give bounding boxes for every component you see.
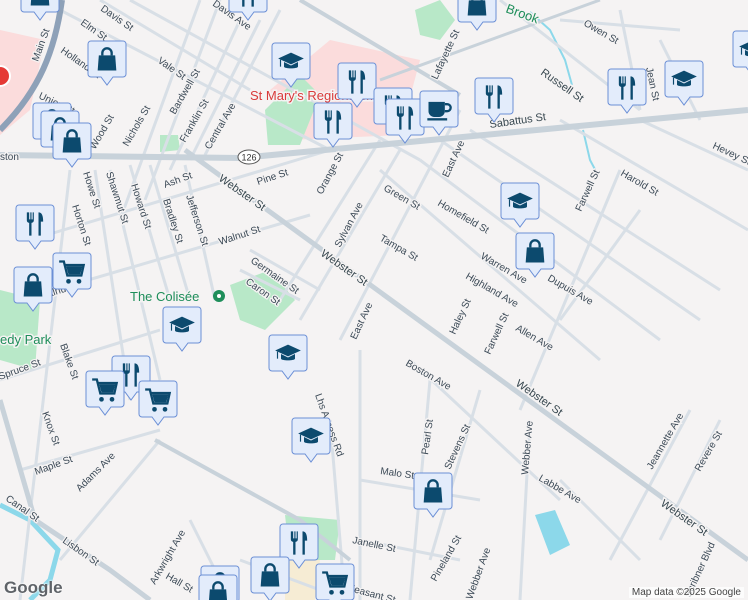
street-label-webber-ave: Webber Ave [464, 546, 493, 600]
grocery-cart-marker[interactable] [138, 380, 178, 426]
poi-kennedy-park[interactable]: edy Park [0, 331, 53, 349]
restaurant-marker[interactable] [474, 77, 514, 123]
street-label-webster-st: Webster St [658, 498, 709, 539]
shopping-bag-marker[interactable] [515, 232, 555, 278]
school-marker[interactable] [732, 30, 748, 75]
street-label-haley-st: Haley St [448, 297, 474, 336]
street-label-horton-st: Horton St [69, 204, 93, 248]
poi-the-colisee[interactable]: The Colisée [129, 288, 201, 306]
street-label-ston: ston [0, 152, 19, 163]
shopping-bag-marker[interactable] [198, 574, 238, 600]
street-label-russell-st: Russell St [538, 67, 585, 105]
street-label-webber-ave: Webber Ave [520, 420, 536, 475]
street-label-harold-st: Harold St [619, 168, 661, 198]
street-label-hall-st: Hall St [164, 571, 195, 595]
school-marker[interactable] [664, 60, 704, 106]
map-canvas[interactable]: 126 Elm StDavis StHolland StMain StVale … [0, 0, 748, 600]
street-label-janelle-st: Janelle St [351, 535, 396, 555]
street-label-wood-st: Wood St [88, 113, 117, 152]
street-label-revere-st: Revere St [693, 429, 725, 473]
school-marker[interactable] [268, 334, 308, 380]
grocery-cart-marker[interactable] [85, 370, 125, 416]
street-label-labbe-ave: Labbe Ave [537, 473, 584, 506]
shopping-bag-icon [29, 0, 51, 7]
street-label-bradley-st: Bradley St [160, 198, 185, 245]
school-marker[interactable] [162, 306, 202, 352]
map-attribution[interactable]: Map data ©2025 Google [628, 587, 744, 598]
shopping-bag-marker[interactable] [457, 0, 497, 31]
shopping-bag-marker[interactable] [52, 122, 92, 168]
street-label-jefferson-st: Jefferson St [183, 194, 210, 248]
street-label-jeannette-ave: Jeannette Ave [645, 411, 686, 472]
shopping-bag-marker[interactable] [20, 0, 60, 21]
poi-pin-dot [217, 294, 221, 298]
street-label-adams-ave: Adams Ave [74, 450, 118, 494]
street-label-brook: Brook [504, 1, 542, 27]
street-label-malo-st: Malo St [380, 466, 415, 482]
school-marker[interactable] [500, 182, 540, 228]
street-label-orange-st: Orange St [315, 151, 346, 197]
shopping-bag-marker[interactable] [413, 472, 453, 518]
street-label-tampa-st: Tampa St [378, 233, 420, 264]
street-label-farwell-st: Farwell St [483, 311, 512, 356]
street-label-pearl-st: Pearl St [420, 418, 436, 455]
street-label-east-ave: East Ave [349, 301, 376, 342]
google-logo: Google [4, 578, 63, 597]
street-label-knox-st: Knox St [39, 410, 61, 447]
street-label-webster-st: Webster St [513, 378, 564, 419]
street-label-walnut-st: Walnut St [218, 224, 262, 248]
route-126-shield: 126 [237, 149, 261, 165]
grocery-cart-marker[interactable] [315, 563, 355, 600]
shopping-bag-icon [466, 0, 488, 17]
cafe-marker[interactable] [419, 90, 459, 136]
shopping-bag-marker[interactable] [250, 556, 290, 600]
restaurant-marker[interactable] [15, 204, 55, 250]
street-label-webster-st: Webster St [318, 248, 369, 289]
restaurant-marker[interactable] [313, 102, 353, 148]
street-label-maple-st: Maple St [33, 454, 74, 478]
street-label-elm-st: Elm St [78, 17, 109, 43]
map-view[interactable]: 126 Elm St Davis St Holland St Main St Vale … [0, 0, 748, 600]
pond [535, 510, 570, 555]
street-label-homefield-st: Homefield St [436, 198, 491, 236]
restaurant-marker[interactable] [385, 98, 425, 144]
route-number: 126 [241, 153, 256, 163]
school-marker[interactable] [291, 417, 331, 463]
street-label-dupuis-ave: Dupuis Ave [546, 273, 596, 308]
